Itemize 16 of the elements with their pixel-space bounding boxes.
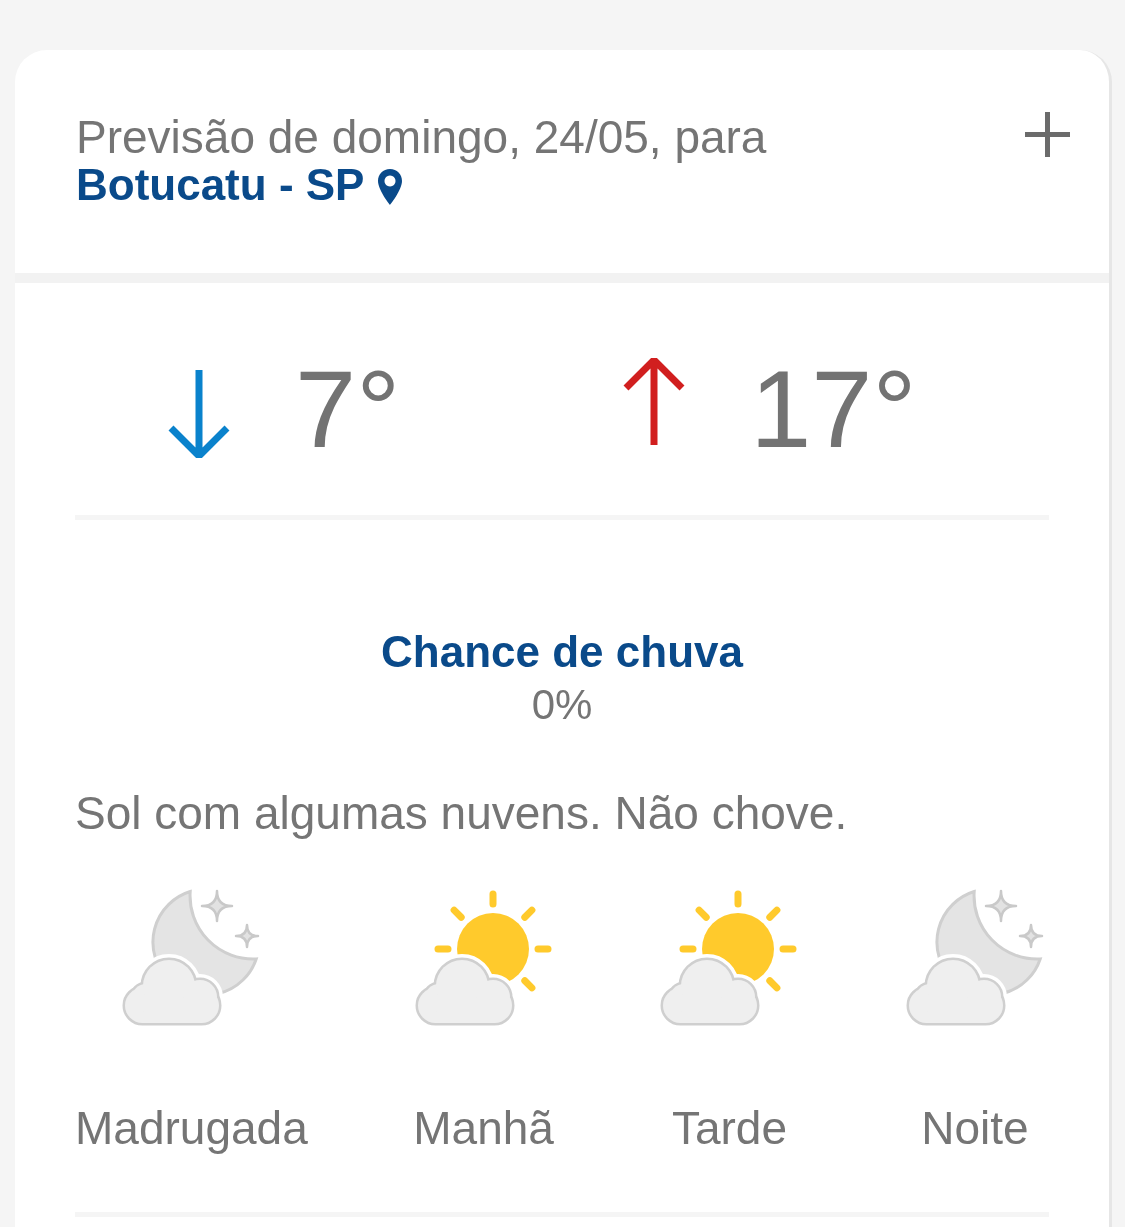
period-label: Noite (921, 1101, 1029, 1156)
forecast-summary: Sol com algumas nuvens. Não chove. (75, 786, 848, 841)
rain-chance-label: Chance de chuva (381, 626, 743, 678)
location-name: Botucatu - SP (76, 161, 365, 209)
map-pin-icon (377, 168, 404, 206)
arrow-down-icon (167, 370, 231, 458)
plus-icon (1025, 112, 1070, 157)
min-temperature: 7° (295, 354, 401, 464)
forecast-title: Previsão de domingo, 24/05, para (76, 113, 767, 161)
max-temperature: 17° (750, 354, 917, 464)
period-label: Madrugada (75, 1101, 308, 1156)
period-label: Manhã (413, 1101, 554, 1156)
period-label: Tarde (671, 1101, 787, 1156)
add-button[interactable] (1025, 112, 1070, 157)
rain-chance-value: 0% (531, 680, 593, 730)
arrow-up-icon (622, 358, 687, 446)
